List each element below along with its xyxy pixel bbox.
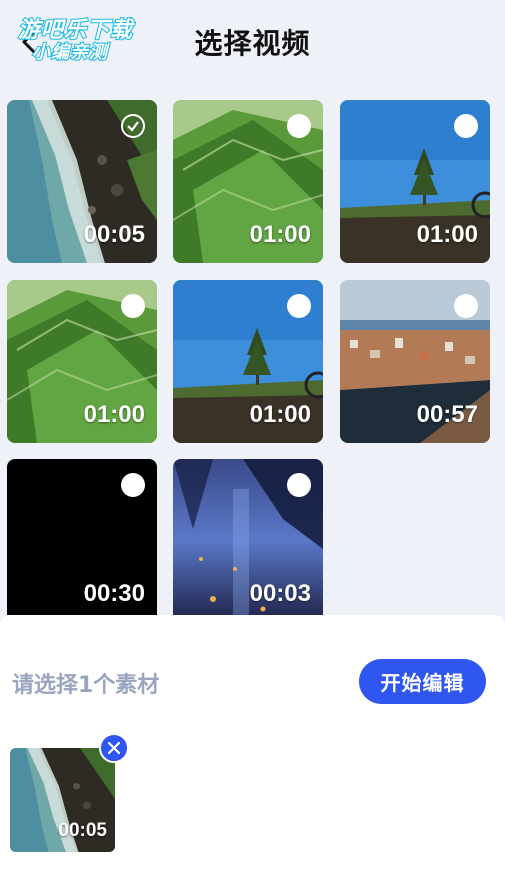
header: 游吧乐下载 小编亲测 选择视频 [0, 0, 505, 86]
selected-video-thumb[interactable]: 00:05 [10, 748, 115, 852]
selection-hint: 请选择1个素材 [12, 673, 160, 698]
radio-circle-icon[interactable] [287, 114, 311, 138]
video-tile[interactable]: 00:30 [7, 459, 157, 615]
selection-panel: 请选择1个素材 开始编辑 00:05 [0, 615, 505, 881]
start-edit-button[interactable]: 开始编辑 [359, 659, 486, 704]
radio-circle-icon[interactable] [454, 294, 478, 318]
close-icon[interactable] [99, 733, 129, 763]
video-tile[interactable]: 01:00 [7, 280, 157, 443]
video-tile[interactable]: 00:03 [173, 459, 323, 615]
video-tile[interactable]: 00:05 [7, 100, 157, 263]
radio-circle-icon[interactable] [121, 294, 145, 318]
video-tile[interactable]: 01:00 [173, 280, 323, 443]
radio-circle-icon[interactable] [287, 294, 311, 318]
checkmark-icon[interactable] [121, 114, 145, 138]
selected-video-duration: 00:05 [58, 820, 107, 841]
radio-circle-icon[interactable] [454, 114, 478, 138]
video-tile[interactable]: 00:57 [340, 280, 490, 443]
video-duration: 00:03 [249, 580, 311, 607]
video-duration: 00:57 [416, 401, 478, 428]
video-duration: 01:00 [83, 401, 145, 428]
video-duration: 01:00 [249, 401, 311, 428]
page-title: 选择视频 [194, 27, 311, 60]
video-duration: 00:05 [83, 221, 145, 248]
video-duration: 01:00 [416, 221, 478, 248]
video-tile[interactable]: 01:00 [340, 100, 490, 263]
video-grid: 00:05 01:00 01:00 01:00 01:00 00:57 00:3… [0, 0, 505, 615]
video-tile[interactable]: 01:00 [173, 100, 323, 263]
video-duration: 00:30 [83, 580, 145, 607]
video-duration: 01:00 [249, 221, 311, 248]
radio-circle-icon[interactable] [121, 473, 145, 497]
radio-circle-icon[interactable] [287, 473, 311, 497]
